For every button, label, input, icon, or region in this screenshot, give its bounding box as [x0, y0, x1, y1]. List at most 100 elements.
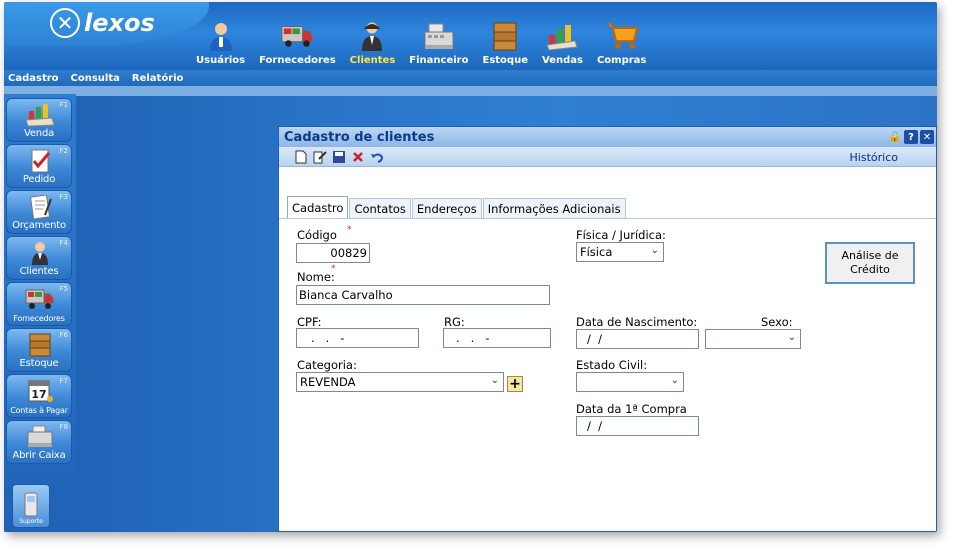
topnav-vendas[interactable]: Vendas: [542, 20, 583, 66]
sidebar-item-estoque[interactable]: F6 Estoque: [6, 328, 72, 372]
delete-icon[interactable]: [350, 149, 366, 165]
shortcut-key: F1: [59, 101, 68, 109]
chevron-down-icon: ⌄: [787, 332, 796, 343]
topnav-usuarios[interactable]: Usuários: [196, 20, 245, 66]
sidebar-item-orcamento[interactable]: F3 Orçamento: [6, 190, 72, 234]
historico-link[interactable]: Histórico: [850, 151, 898, 164]
dialog-toolbar: Histórico: [279, 147, 936, 167]
menu-relatorio[interactable]: Relatório: [132, 73, 184, 84]
topnav-compras[interactable]: Compras: [597, 20, 646, 66]
rg-field[interactable]: . . -: [443, 328, 551, 348]
cash-register-icon: [422, 20, 456, 52]
support-label: Suporte: [19, 518, 43, 525]
shortcut-key: F6: [59, 331, 68, 339]
dialog-titlebar: Cadastro de clientes 🔓 ? ✕: [279, 127, 936, 147]
sidebar-label: Clientes: [19, 266, 59, 277]
logo-x-icon: ✕: [50, 8, 80, 38]
sidebar-item-contas-pagar[interactable]: F7 17 Contas à Pagar: [6, 374, 72, 418]
analise-credito-button[interactable]: Análise de Crédito: [825, 242, 915, 284]
rg-label: RG:: [444, 315, 465, 329]
tab-cadastro[interactable]: Cadastro: [287, 196, 349, 218]
data-nascimento-label: Data de Nascimento:: [576, 315, 698, 329]
sales-chart-icon: [545, 20, 579, 52]
cpf-label: CPF:: [297, 315, 322, 329]
cash-register-icon: [27, 425, 53, 447]
menu-consulta[interactable]: Consulta: [71, 73, 120, 84]
client-icon: [32, 242, 48, 265]
phone-icon: [24, 492, 38, 517]
sidebar-item-abrir-caixa[interactable]: F8 Abrir Caixa: [6, 420, 72, 464]
fisica-juridica-label: Física / Jurídica:: [576, 228, 666, 242]
topnav-estoque[interactable]: Estoque: [482, 20, 528, 66]
topnav-label: Compras: [596, 55, 647, 66]
add-categoria-button[interactable]: +: [507, 376, 523, 392]
sidebar-item-fornecedores[interactable]: F5 Fornecedores: [6, 282, 72, 326]
truck-icon: [280, 20, 314, 52]
support-button[interactable]: Suporte: [12, 484, 50, 528]
shortcut-key: F8: [59, 423, 68, 431]
data-compra-field[interactable]: / /: [576, 416, 699, 436]
topnav-label: Estoque: [482, 55, 528, 66]
nome-field[interactable]: Bianca Carvalho: [296, 285, 550, 305]
boxes-icon: [488, 20, 522, 52]
cpf-field[interactable]: . . -: [296, 328, 419, 348]
app-window: ✕ lexos Usuários Fornecedores Clientes F…: [4, 2, 937, 532]
data-compra-label: Data da 1ª Compra: [576, 402, 687, 416]
sidebar-label: Venda: [23, 128, 55, 139]
required-marker: *: [347, 225, 352, 235]
topnav-financeiro[interactable]: Financeiro: [409, 20, 468, 66]
tab-informacoes-adicionais[interactable]: Informações Adicionais: [482, 198, 626, 218]
categoria-value: REVENDA: [300, 375, 356, 389]
shortcut-key: F7: [59, 377, 68, 385]
data-nascimento-field[interactable]: / /: [576, 329, 699, 349]
fisica-juridica-value: Física: [580, 245, 613, 259]
new-document-icon[interactable]: [293, 149, 309, 165]
top-header: ✕ lexos Usuários Fornecedores Clientes F…: [4, 2, 937, 70]
sidebar-item-clientes[interactable]: F4 Clientes: [6, 236, 72, 280]
calendar-icon: 17: [28, 380, 53, 402]
shortcut-key: F5: [59, 285, 68, 293]
undo-icon[interactable]: [369, 149, 385, 165]
topnav-label: Usuários: [196, 55, 246, 66]
edit-icon[interactable]: [312, 149, 328, 165]
categoria-select[interactable]: REVENDA ⌄: [296, 372, 504, 392]
shortcut-key: F4: [59, 239, 68, 247]
truck-icon: [25, 289, 54, 309]
sidebar-label: Fornecedores: [13, 314, 65, 323]
chevron-down-icon: ⌄: [670, 375, 679, 386]
topnav-fornecedores[interactable]: Fornecedores: [259, 20, 336, 66]
estado-civil-label: Estado Civil:: [576, 358, 648, 372]
top-nav: Usuários Fornecedores Clientes Financeir…: [196, 20, 660, 66]
client-icon: [355, 20, 389, 52]
sexo-select[interactable]: ⌄: [705, 329, 801, 349]
shortcut-key: F3: [59, 193, 68, 201]
sub-bar: [4, 86, 937, 96]
logo-text: lexos: [84, 9, 155, 37]
sidebar-item-venda[interactable]: F1 Venda: [6, 98, 72, 142]
sidebar-label: Contas à Pagar: [10, 406, 68, 415]
sale-icon: [25, 104, 55, 127]
codigo-field[interactable]: 00829: [296, 243, 370, 263]
lock-icon[interactable]: 🔓: [888, 130, 902, 144]
nome-label: Nome:: [297, 270, 335, 284]
sexo-label: Sexo:: [761, 315, 793, 329]
menu-bar: Cadastro Consulta Relatório: [4, 70, 937, 86]
estado-civil-select[interactable]: ⌄: [576, 372, 684, 392]
sidebar-label: Abrir Caixa: [12, 450, 66, 461]
menu-cadastro[interactable]: Cadastro: [8, 73, 59, 84]
sidebar-label: Estoque: [19, 358, 59, 369]
save-icon[interactable]: [331, 149, 347, 165]
tab-contatos[interactable]: Contatos: [349, 198, 411, 218]
fisica-juridica-select[interactable]: Física ⌄: [576, 242, 664, 262]
topnav-clientes[interactable]: Clientes: [350, 20, 395, 66]
help-icon[interactable]: ?: [904, 130, 918, 144]
close-icon[interactable]: ✕: [920, 130, 934, 144]
sidebar-label: Orçamento: [12, 220, 66, 231]
boxes-icon: [29, 333, 51, 357]
logo: ✕ lexos: [50, 8, 155, 38]
topnav-label: Vendas: [541, 55, 583, 66]
tab-enderecos[interactable]: Endereços: [411, 198, 482, 218]
tab-bar: Cadastro Contatos Endereços Informações …: [287, 196, 627, 218]
sidebar-item-pedido[interactable]: F2 Pedido: [6, 144, 72, 188]
categoria-label: Categoria:: [297, 358, 357, 372]
